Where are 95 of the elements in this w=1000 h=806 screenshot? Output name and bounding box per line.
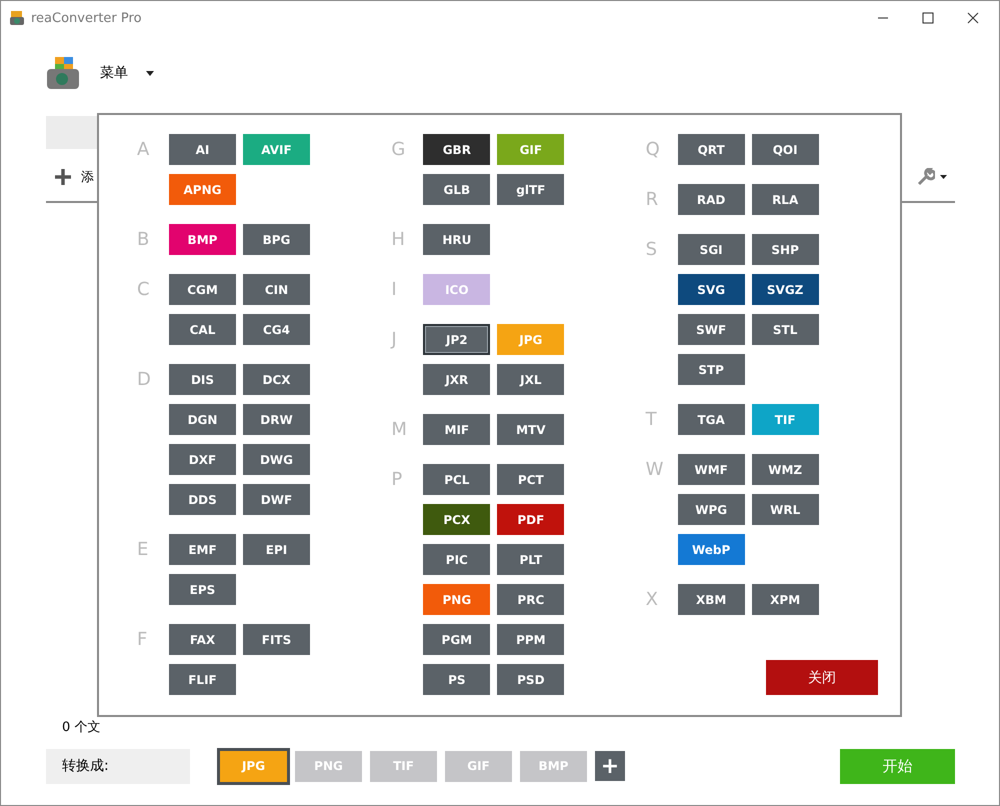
format-button[interactable]: WPG	[678, 494, 745, 525]
format-button[interactable]: PIC	[423, 544, 490, 575]
format-button[interactable]: XBM	[678, 584, 745, 615]
letter-heading: M	[391, 418, 408, 442]
letter-heading: F	[137, 628, 148, 652]
add-files-button[interactable]: 添	[81, 168, 94, 186]
format-button[interactable]: XPM	[752, 584, 819, 615]
format-button[interactable]: FITS	[243, 624, 310, 655]
format-button[interactable]: GLB	[423, 174, 490, 205]
format-button[interactable]: APNG	[169, 174, 236, 205]
letter-heading: P	[391, 468, 404, 492]
letter-heading: W	[646, 458, 664, 482]
format-button[interactable]: BPG	[243, 224, 310, 255]
format-button[interactable]: PDF	[497, 504, 564, 535]
close-button[interactable]: 关闭	[766, 660, 878, 695]
format-button[interactable]: WebP	[678, 534, 745, 565]
format-button[interactable]: PNG	[423, 584, 490, 615]
format-button[interactable]: DWG	[243, 444, 310, 475]
add-format-button[interactable]: +	[595, 751, 625, 781]
format-button[interactable]: DWF	[243, 484, 310, 515]
format-button[interactable]: CGM	[169, 274, 236, 305]
format-button[interactable]: SVGZ	[752, 274, 819, 305]
format-button[interactable]: QRT	[678, 134, 745, 165]
convert-to-label: 转换成:	[46, 748, 190, 784]
format-button[interactable]: MTV	[497, 414, 564, 445]
format-button[interactable]: FLIF	[169, 664, 236, 695]
format-button[interactable]: JXL	[497, 364, 564, 395]
format-button[interactable]: DCX	[243, 364, 310, 395]
format-button[interactable]: FAX	[169, 624, 236, 655]
format-button[interactable]: GBR	[423, 134, 490, 165]
format-button[interactable]: RLA	[752, 184, 819, 215]
format-button[interactable]: EPS	[169, 574, 236, 605]
letter-heading: S	[646, 238, 658, 262]
format-button[interactable]: HRU	[423, 224, 490, 255]
format-button[interactable]: WMF	[678, 454, 745, 485]
letter-heading: E	[137, 538, 150, 562]
format-button[interactable]: PCX	[423, 504, 490, 535]
format-button[interactable]: PCL	[423, 464, 490, 495]
format-button[interactable]: STP	[678, 354, 745, 385]
caret-icon[interactable]	[146, 70, 154, 76]
format-button[interactable]: PS	[423, 664, 490, 695]
format-button[interactable]: TGA	[678, 404, 745, 435]
app-icon	[9, 10, 25, 26]
wrench-icon[interactable]	[917, 168, 935, 186]
close-icon[interactable]	[967, 12, 979, 24]
format-button[interactable]: PGM	[423, 624, 490, 655]
format-button[interactable]: DXF	[169, 444, 236, 475]
format-button[interactable]: EMF	[169, 534, 236, 565]
window-title: reaConverter Pro	[31, 10, 142, 26]
format-button[interactable]: BMP	[169, 224, 236, 255]
format-button[interactable]: SHP	[752, 234, 819, 265]
plus-icon[interactable]	[55, 169, 71, 185]
letter-heading: D	[137, 368, 152, 392]
file-count: 0 个文	[62, 720, 100, 735]
letter-heading: I	[391, 278, 398, 302]
format-button[interactable]: DDS	[169, 484, 236, 515]
letter-heading: T	[646, 408, 658, 432]
letter-heading: J	[391, 328, 398, 352]
format-button[interactable]: WRL	[752, 494, 819, 525]
format-button[interactable]: DIS	[169, 364, 236, 395]
letter-heading: G	[391, 138, 406, 162]
format-button[interactable]: DRW	[243, 404, 310, 435]
format-button[interactable]: CIN	[243, 274, 310, 305]
format-button[interactable]: STL	[752, 314, 819, 345]
format-button[interactable]: PRC	[497, 584, 564, 615]
app-logo-icon[interactable]	[46, 56, 82, 90]
format-button[interactable]: JXR	[423, 364, 490, 395]
letter-heading: C	[137, 278, 151, 302]
format-button[interactable]: RAD	[678, 184, 745, 215]
format-button[interactable]: SGI	[678, 234, 745, 265]
format-button[interactable]: EPI	[243, 534, 310, 565]
format-button[interactable]: MIF	[423, 414, 490, 445]
format-button[interactable]: SVG	[678, 274, 745, 305]
letter-heading: X	[646, 588, 659, 612]
format-button[interactable]: AI	[169, 134, 236, 165]
format-button[interactable]: PSD	[497, 664, 564, 695]
format-button[interactable]: JP2	[423, 324, 490, 355]
letter-heading: Q	[646, 138, 661, 162]
menu-button[interactable]: 菜单	[100, 64, 128, 82]
format-button[interactable]: QOI	[752, 134, 819, 165]
caret-icon[interactable]	[940, 175, 947, 179]
letter-heading: A	[137, 138, 150, 162]
format-button[interactable]: SWF	[678, 314, 745, 345]
format-button[interactable]: CAL	[169, 314, 236, 345]
letter-heading: H	[391, 228, 406, 252]
format-button[interactable]: glTF	[497, 174, 564, 205]
format-button[interactable]: CG4	[243, 314, 310, 345]
format-button[interactable]: WMZ	[752, 454, 819, 485]
format-button[interactable]: PPM	[497, 624, 564, 655]
letter-heading: B	[137, 228, 150, 252]
format-button[interactable]: DGN	[169, 404, 236, 435]
format-button[interactable]: PLT	[497, 544, 564, 575]
maximize-icon[interactable]	[922, 12, 934, 24]
letter-heading: R	[646, 188, 660, 212]
format-button[interactable]: PCT	[497, 464, 564, 495]
